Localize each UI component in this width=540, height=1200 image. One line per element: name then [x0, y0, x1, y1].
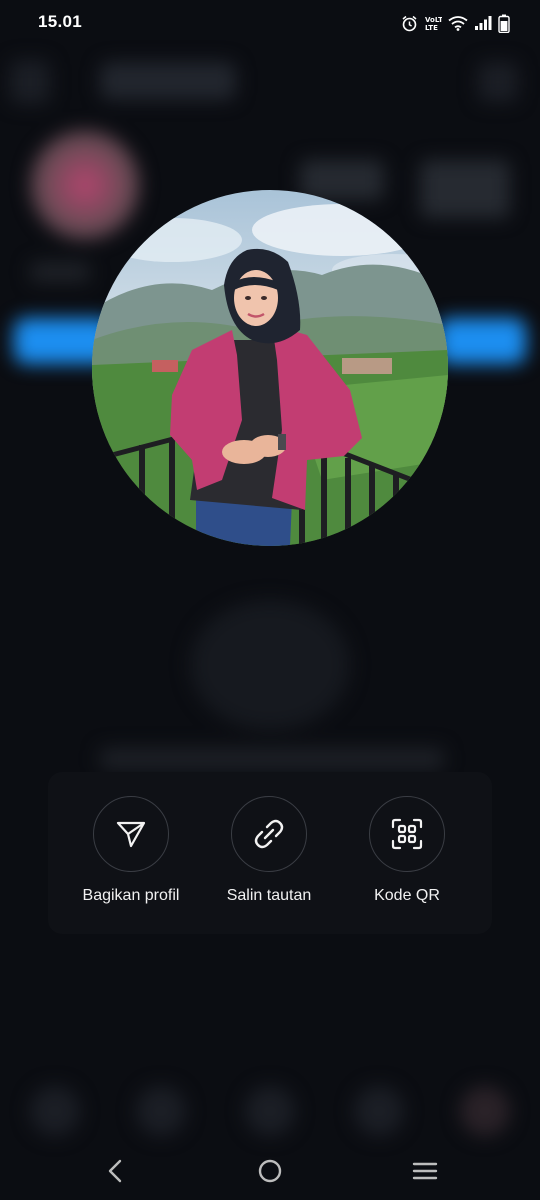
copy-link-button[interactable] [231, 796, 307, 872]
system-nav-bar [0, 1140, 540, 1200]
copy-link-label: Salin tautan [226, 887, 312, 904]
share-sheet: Bagikan profil Salin tautan Kode QR [48, 772, 492, 934]
svg-text:VoLTE: VoLTE [425, 16, 442, 24]
share-profile-label: Bagikan profil [82, 887, 180, 904]
share-profile-action[interactable]: Bagikan profil [56, 796, 206, 905]
status-bar: 15.01 VoLTE LTE [0, 0, 540, 44]
nav-home-button[interactable] [250, 1154, 290, 1188]
signal-icon [475, 16, 492, 30]
alarm-icon [402, 15, 417, 31]
share-profile-button[interactable] [93, 796, 169, 872]
nav-recents-button[interactable] [405, 1154, 445, 1188]
home-icon [258, 1159, 282, 1183]
volte-lte-icon: VoLTE LTE [425, 16, 442, 32]
screen: 15.01 VoLTE LTE [0, 0, 540, 1200]
qr-code-action[interactable]: Kode QR [332, 796, 482, 905]
status-icons: VoLTE LTE [401, 12, 510, 34]
link-icon [254, 819, 284, 849]
nav-back-button[interactable] [95, 1154, 135, 1188]
profile-photo [92, 190, 448, 546]
battery-icon [498, 14, 510, 33]
qr-code-icon [391, 818, 423, 850]
qr-code-button[interactable] [369, 796, 445, 872]
back-icon [108, 1159, 122, 1183]
send-icon [116, 821, 146, 848]
copy-link-action[interactable]: Salin tautan [194, 796, 344, 905]
blurred-profile-background [0, 0, 540, 1200]
status-time: 15.01 [38, 12, 83, 31]
recents-icon [412, 1162, 438, 1180]
qr-code-label: Kode QR [374, 887, 440, 904]
wifi-icon [448, 16, 468, 31]
svg-text:LTE: LTE [425, 24, 438, 32]
